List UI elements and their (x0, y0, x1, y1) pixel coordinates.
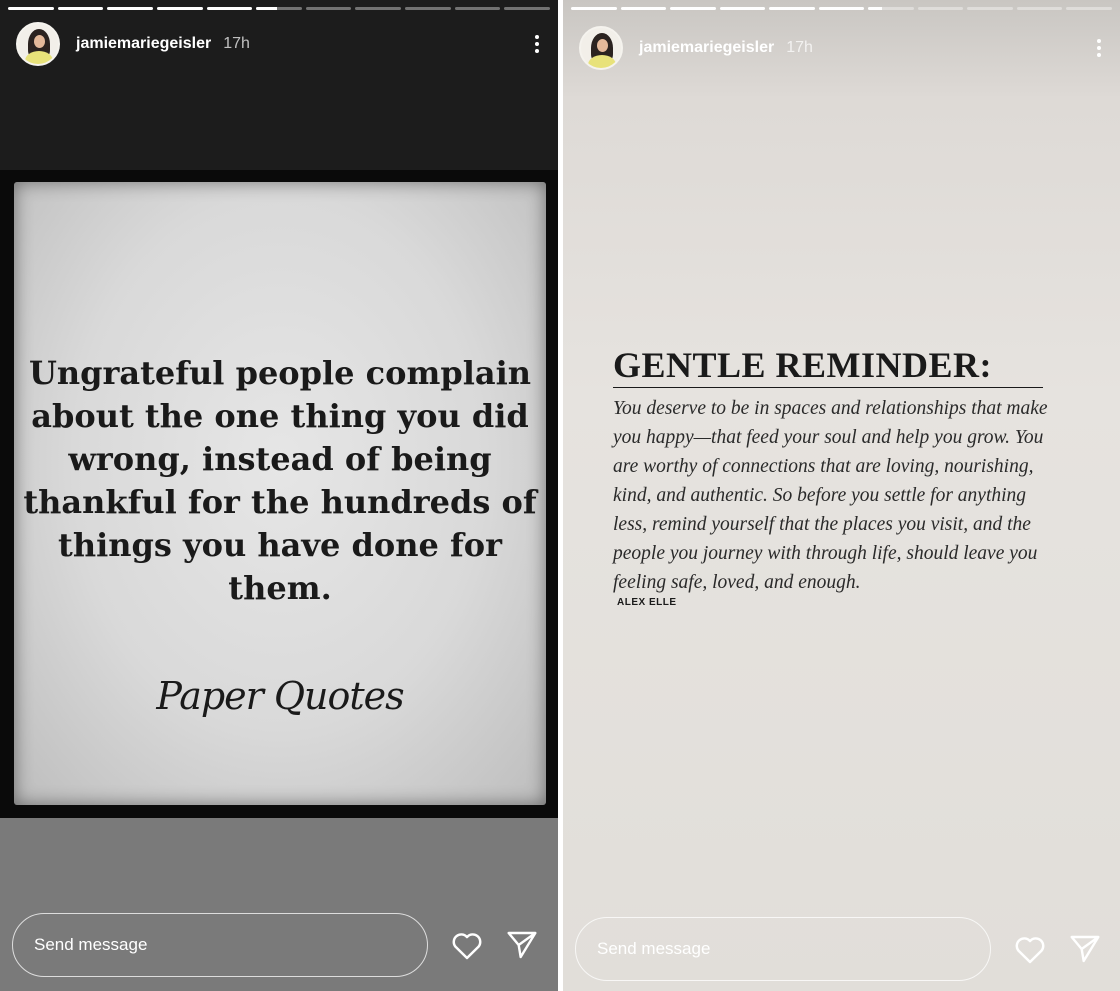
send-message-input[interactable] (575, 917, 991, 981)
avatar[interactable] (16, 22, 60, 66)
progress-segment (305, 7, 352, 10)
story-panel-left[interactable]: Ungrateful people complain about the one… (0, 0, 558, 991)
reminder-title: GENTLE REMINDER: (613, 345, 1043, 388)
story-header: jamiemariegeisler 17h (16, 22, 542, 66)
signature-text: Paper Quotes (156, 674, 404, 718)
progress-segment (355, 7, 402, 10)
progress-segment (571, 7, 617, 10)
paper-quote-card: Ungrateful people complain about the one… (14, 182, 546, 805)
progress-segment (967, 7, 1013, 10)
send-message-input[interactable] (12, 913, 428, 977)
send-icon[interactable] (1065, 929, 1105, 969)
progress-segment (620, 7, 667, 10)
reminder-card: GENTLE REMINDER: You deserve to be in sp… (613, 345, 1053, 608)
heart-icon[interactable] (447, 925, 487, 965)
progress-segment (719, 7, 766, 10)
progress-segment (454, 7, 501, 10)
timestamp: 17h (223, 35, 250, 52)
story-panel-right[interactable]: GENTLE REMINDER: You deserve to be in sp… (563, 0, 1120, 991)
username[interactable]: jamiemariegeisler (76, 35, 211, 53)
quote-text: Ungrateful people complain about the one… (23, 354, 537, 607)
progress-segment (256, 7, 302, 10)
progress-segment (57, 7, 104, 10)
username[interactable]: jamiemariegeisler (639, 39, 774, 57)
story-image: Ungrateful people complain about the one… (0, 170, 558, 818)
progress-segment (107, 7, 153, 10)
progress-segment (1016, 7, 1063, 10)
story-header: jamiemariegeisler 17h (579, 26, 1104, 70)
story-footer (575, 917, 1110, 981)
progress-segment (818, 7, 865, 10)
progress-segment (8, 7, 54, 10)
progress-segment (1066, 7, 1113, 10)
story-progress-bar (8, 7, 551, 10)
story-progress-bar (571, 7, 1113, 10)
progress-segment (868, 7, 914, 10)
reminder-author: ALEX ELLE (617, 597, 677, 608)
heart-icon[interactable] (1010, 929, 1050, 969)
timestamp: 17h (786, 39, 813, 56)
progress-segment (769, 7, 815, 10)
progress-segment (504, 7, 551, 10)
progress-segment (156, 7, 203, 10)
avatar[interactable] (579, 26, 623, 70)
more-vertical-icon[interactable] (532, 33, 542, 55)
reminder-body: You deserve to be in spaces and relation… (613, 398, 1048, 593)
send-icon[interactable] (502, 925, 542, 965)
progress-segment (206, 7, 253, 10)
progress-segment (917, 7, 964, 10)
progress-segment (670, 7, 716, 10)
more-vertical-icon[interactable] (1094, 37, 1104, 59)
progress-segment (405, 7, 451, 10)
story-footer (12, 913, 548, 977)
